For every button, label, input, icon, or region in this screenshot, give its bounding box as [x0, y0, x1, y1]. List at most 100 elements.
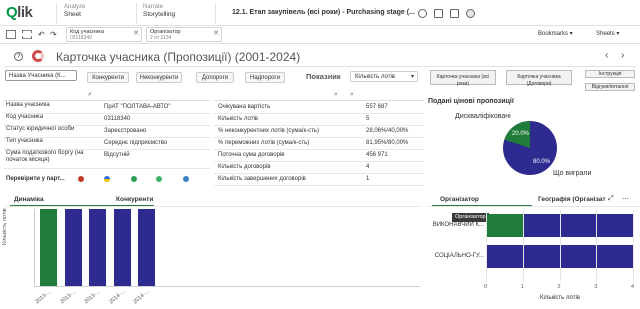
partner-link-icon[interactable]: [131, 176, 137, 182]
below-threshold-button[interactable]: Допороги: [196, 72, 234, 83]
tooltip: Організатор: [452, 213, 489, 222]
x-tick-label: 3: [594, 284, 598, 290]
pie-chart[interactable]: 20.0% 80.0%: [500, 118, 560, 178]
left-table-label: Код учасника: [6, 114, 44, 120]
x-tick-label: 2014-...: [132, 288, 151, 306]
bar[interactable]: [486, 214, 523, 237]
nav-narrate[interactable]: Narrate Storytelling: [143, 3, 175, 19]
left-table-value: Відсутній: [104, 152, 130, 158]
bar[interactable]: [64, 209, 82, 286]
right-table-value: 81,95%/80,00%: [366, 140, 409, 146]
x-tick-label: 2: [557, 284, 561, 290]
x-tick-label: 4: [631, 284, 635, 290]
check-in-partners-label: Перевірити у парт...: [6, 176, 65, 182]
ua-flag-icon[interactable]: [104, 176, 110, 182]
right-table-value: 1: [366, 176, 370, 182]
grid-menu-icon[interactable]: [450, 9, 459, 18]
search-icon[interactable]: ⌕: [334, 91, 338, 99]
forward-selection-icon[interactable]: ↷: [50, 30, 57, 39]
right-table-value: 456 971: [366, 152, 388, 158]
back-selection-icon[interactable]: ↶: [38, 30, 45, 39]
partner-link-icon[interactable]: [183, 176, 189, 182]
selection-toolbar: ↶ ↷ Код учасника 03118340 ✕ Організатор 2 о…: [0, 26, 640, 44]
tab-competitors[interactable]: Конкуренти: [116, 196, 153, 203]
qlik-logo[interactable]: Qlik: [6, 4, 33, 21]
above-threshold-button[interactable]: Надпороги: [245, 72, 285, 83]
right-table-label: Кількість лотів: [218, 116, 258, 122]
right-table-label: Кількість договорів: [218, 164, 271, 170]
smart-search-icon[interactable]: [6, 30, 16, 39]
card-all-years-button[interactable]: Карточка учасника (всі роки): [430, 70, 496, 87]
left-table-value: Зареєстровано: [104, 128, 147, 134]
selections-tool-icon[interactable]: [22, 30, 32, 39]
right-table-label: Поточна сума договорів: [218, 152, 285, 158]
left-table-label: Назва учасника: [6, 102, 50, 108]
y-category-label: ВИКОНАВЧИЙ К...: [432, 222, 484, 228]
left-table-value: Середнє підприємство: [104, 140, 168, 146]
tab-dynamics[interactable]: Динаміка: [14, 196, 44, 203]
sheet-logo-icon: [32, 50, 44, 62]
chevron-down-icon: ▾: [410, 74, 414, 80]
right-table-label: % неконкурентних лотів (сума/к-сть): [218, 128, 319, 134]
nav-analyze[interactable]: Analyze Sheet: [64, 3, 85, 19]
x-tick-label: 0: [484, 284, 488, 290]
left-table-label: Тип учасника: [6, 138, 43, 144]
filter-chip-participant-code[interactable]: Код учасника 03118340 ✕: [66, 27, 142, 42]
notification-icon[interactable]: [418, 9, 427, 18]
left-table-label: Сума податкового боргу (на початок місяц…: [6, 150, 84, 163]
prev-sheet-icon[interactable]: ‹: [605, 50, 608, 61]
right-table-label: % переможних лотів (сума/к-сть): [218, 140, 310, 146]
left-table-label: Статус юридичної особи: [6, 126, 75, 132]
right-table-value: 5: [366, 116, 370, 122]
participant-name-filter[interactable]: Назва Учасника (К...: [5, 70, 77, 81]
right-table-label: Кількість завершених договорів: [218, 176, 306, 182]
tab-organizer[interactable]: Організатор: [440, 196, 479, 203]
right-table-value: 4: [366, 164, 370, 170]
search-icon[interactable]: ⌕: [88, 91, 92, 99]
help-icon[interactable]: [434, 9, 443, 18]
avatar[interactable]: [466, 9, 475, 18]
x-axis-label: Кількість лотів: [540, 295, 580, 301]
x-tick-label: 2013-...: [58, 288, 77, 306]
tab-geography[interactable]: Географія (Організат: [538, 196, 606, 203]
x-tick-label: 2013-...: [34, 288, 53, 306]
x-tick-label: 2014-...: [107, 288, 126, 306]
indicator-select[interactable]: Кількість лотів ▾: [350, 71, 418, 82]
left-table-value: 03118340: [104, 116, 131, 122]
feedback-button[interactable]: Відгуки/питання: [585, 83, 635, 91]
noncompetitors-button[interactable]: Неконкуренти: [136, 72, 182, 83]
bookmarks-button[interactable]: Bookmarks ▾: [538, 30, 573, 37]
more-options-icon[interactable]: ⋯: [622, 195, 629, 203]
bar[interactable]: [138, 209, 155, 286]
bar[interactable]: [522, 214, 633, 237]
expand-icon[interactable]: ⤢: [608, 195, 614, 203]
x-tick-label: 2013-...: [83, 288, 102, 306]
pie-label-blue: 80.0%: [533, 159, 551, 165]
right-table-value: 557 687: [366, 104, 388, 110]
bar[interactable]: [40, 209, 57, 286]
page-title: Карточка учасника (Пропозиції) (2001-202…: [56, 50, 301, 64]
search-icon[interactable]: ⌕: [350, 91, 354, 99]
left-table-value: ПрАТ "ПОЛТАВА-АВТО": [104, 104, 171, 110]
right-table-label: Очікувана вартість: [218, 104, 271, 110]
bar[interactable]: [113, 209, 131, 286]
y-category-label: СОЦІАЛЬНО-ГУ...: [434, 253, 484, 259]
partner-link-icon[interactable]: [156, 176, 162, 182]
partner-link-icon[interactable]: [78, 176, 84, 182]
y-axis-label: Кількість лотів: [2, 208, 8, 245]
right-table-header: ⌕ ⌕: [214, 91, 424, 101]
help-circle-icon[interactable]: ?: [14, 52, 23, 61]
indicator-label: Показник: [306, 72, 341, 81]
competitors-button[interactable]: Конкуренти: [87, 72, 129, 83]
top-bar: Qlik Analyze Sheet Narrate Storytelling 12…: [0, 0, 640, 26]
bar[interactable]: [89, 209, 106, 286]
app-title: 12.1. Етап закупівель (всі роки) - Purch…: [232, 9, 415, 16]
next-sheet-icon[interactable]: ›: [621, 50, 624, 61]
card-contracts-button[interactable]: Карточка учасника (Договори): [506, 70, 572, 87]
pie-label-won: Що виграли: [553, 170, 592, 177]
sheets-button[interactable]: Sheets ▾: [596, 30, 619, 37]
pie-title: Подані цінові пропозиції: [428, 98, 514, 105]
left-table-header: ⌕: [4, 91, 210, 101]
instruction-button[interactable]: Інструкція: [585, 70, 635, 78]
filter-chip-organizer[interactable]: Організатор 2 от 1134 ✕: [146, 27, 222, 42]
